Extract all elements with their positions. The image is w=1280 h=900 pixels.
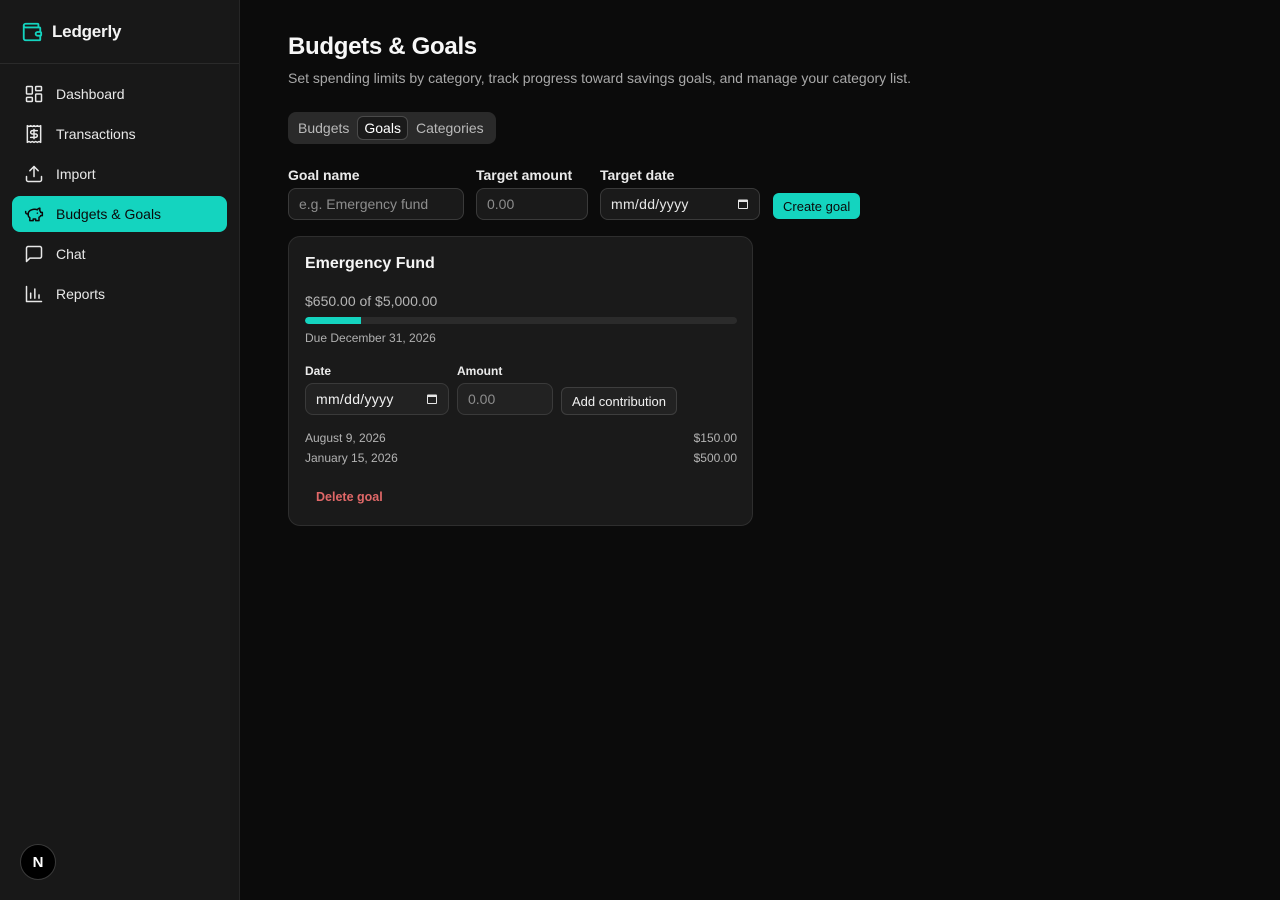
contribution-row: January 15, 2026 $500.00 [305,451,737,465]
receipt-dollar-icon [26,124,42,144]
target-date-label: Target date [600,167,675,183]
devtools-badge[interactable]: N [20,844,56,880]
goal-due-date: Due December 31, 2026 [305,331,436,345]
tab-budgets[interactable]: Budgets [292,116,355,140]
upload-icon [25,165,43,183]
brand[interactable]: Ledgerly [0,0,239,64]
sidebar-item-label: Transactions [56,126,136,142]
target-date-input[interactable]: mm/dd/yyyy [600,188,760,220]
add-contribution-button[interactable]: Add contribution [561,387,677,415]
sidebar-item-label: Budgets & Goals [56,206,162,222]
date-placeholder: mm/dd/yyyy [611,196,689,212]
create-goal-button[interactable]: Create goal [773,193,861,219]
contribution-date-label: Date [305,364,332,378]
sidebar-item-label: Import [56,166,96,182]
contribution-date: January 15, 2026 [305,451,398,465]
chat-bubble-icon [25,245,43,263]
bar-chart-icon [25,285,43,303]
sidebar-item-transactions[interactable]: Transactions [12,116,227,152]
page-subtitle: Set spending limits by category, track p… [288,70,912,86]
calendar-icon[interactable] [737,198,749,210]
sidebar-item-label: Reports [56,286,106,302]
goal-progress-text: $650.00 of $5,000.00 [305,293,438,309]
contribution-amount-label: Amount [457,364,503,378]
goal-name-input[interactable] [288,188,464,220]
sidebar: Ledgerly Dashboard Transactions Import B… [0,0,240,900]
sidebar-item-chat[interactable]: Chat [12,236,227,272]
goal-name: Emergency Fund [305,255,435,272]
sidebar-item-import[interactable]: Import [12,156,227,192]
goal-name-label: Goal name [288,167,360,183]
wallet-icon [22,22,43,41]
contribution-amount-input[interactable] [457,383,553,415]
goal-progress-fill [305,317,362,324]
goal-card: Emergency Fund $650.00 of $5,000.00 Due … [288,236,753,526]
piggy-bank-icon [24,207,44,222]
goal-progress-bar [305,317,737,324]
contribution-row: August 9, 2026 $150.00 [305,431,737,445]
date-placeholder: mm/dd/yyyy [316,391,394,407]
brand-name: Ledgerly [52,21,122,41]
calendar-icon[interactable] [426,393,438,405]
sidebar-item-reports[interactable]: Reports [12,276,227,312]
sidebar-item-dashboard[interactable]: Dashboard [12,76,227,112]
sidebar-nav: Dashboard Transactions Import Budgets & … [0,64,239,312]
target-amount-label: Target amount [476,167,573,183]
dashboard-icon [25,85,43,103]
tab-categories[interactable]: Categories [410,116,490,140]
contribution-date-input[interactable]: mm/dd/yyyy [305,383,449,415]
sidebar-item-label: Dashboard [56,86,125,102]
delete-goal-button[interactable]: Delete goal [305,485,394,509]
tab-goals[interactable]: Goals [357,116,408,140]
sidebar-item-label: Chat [56,246,86,262]
target-amount-input[interactable] [476,188,588,220]
sidebar-item-budgets-goals[interactable]: Budgets & Goals [12,196,227,232]
tab-list: Budgets Goals Categories [288,112,496,144]
page-title: Budgets & Goals [288,33,477,60]
contribution-amount: $500.00 [693,451,737,465]
contribution-amount: $150.00 [693,431,737,445]
contribution-date: August 9, 2026 [305,431,386,445]
